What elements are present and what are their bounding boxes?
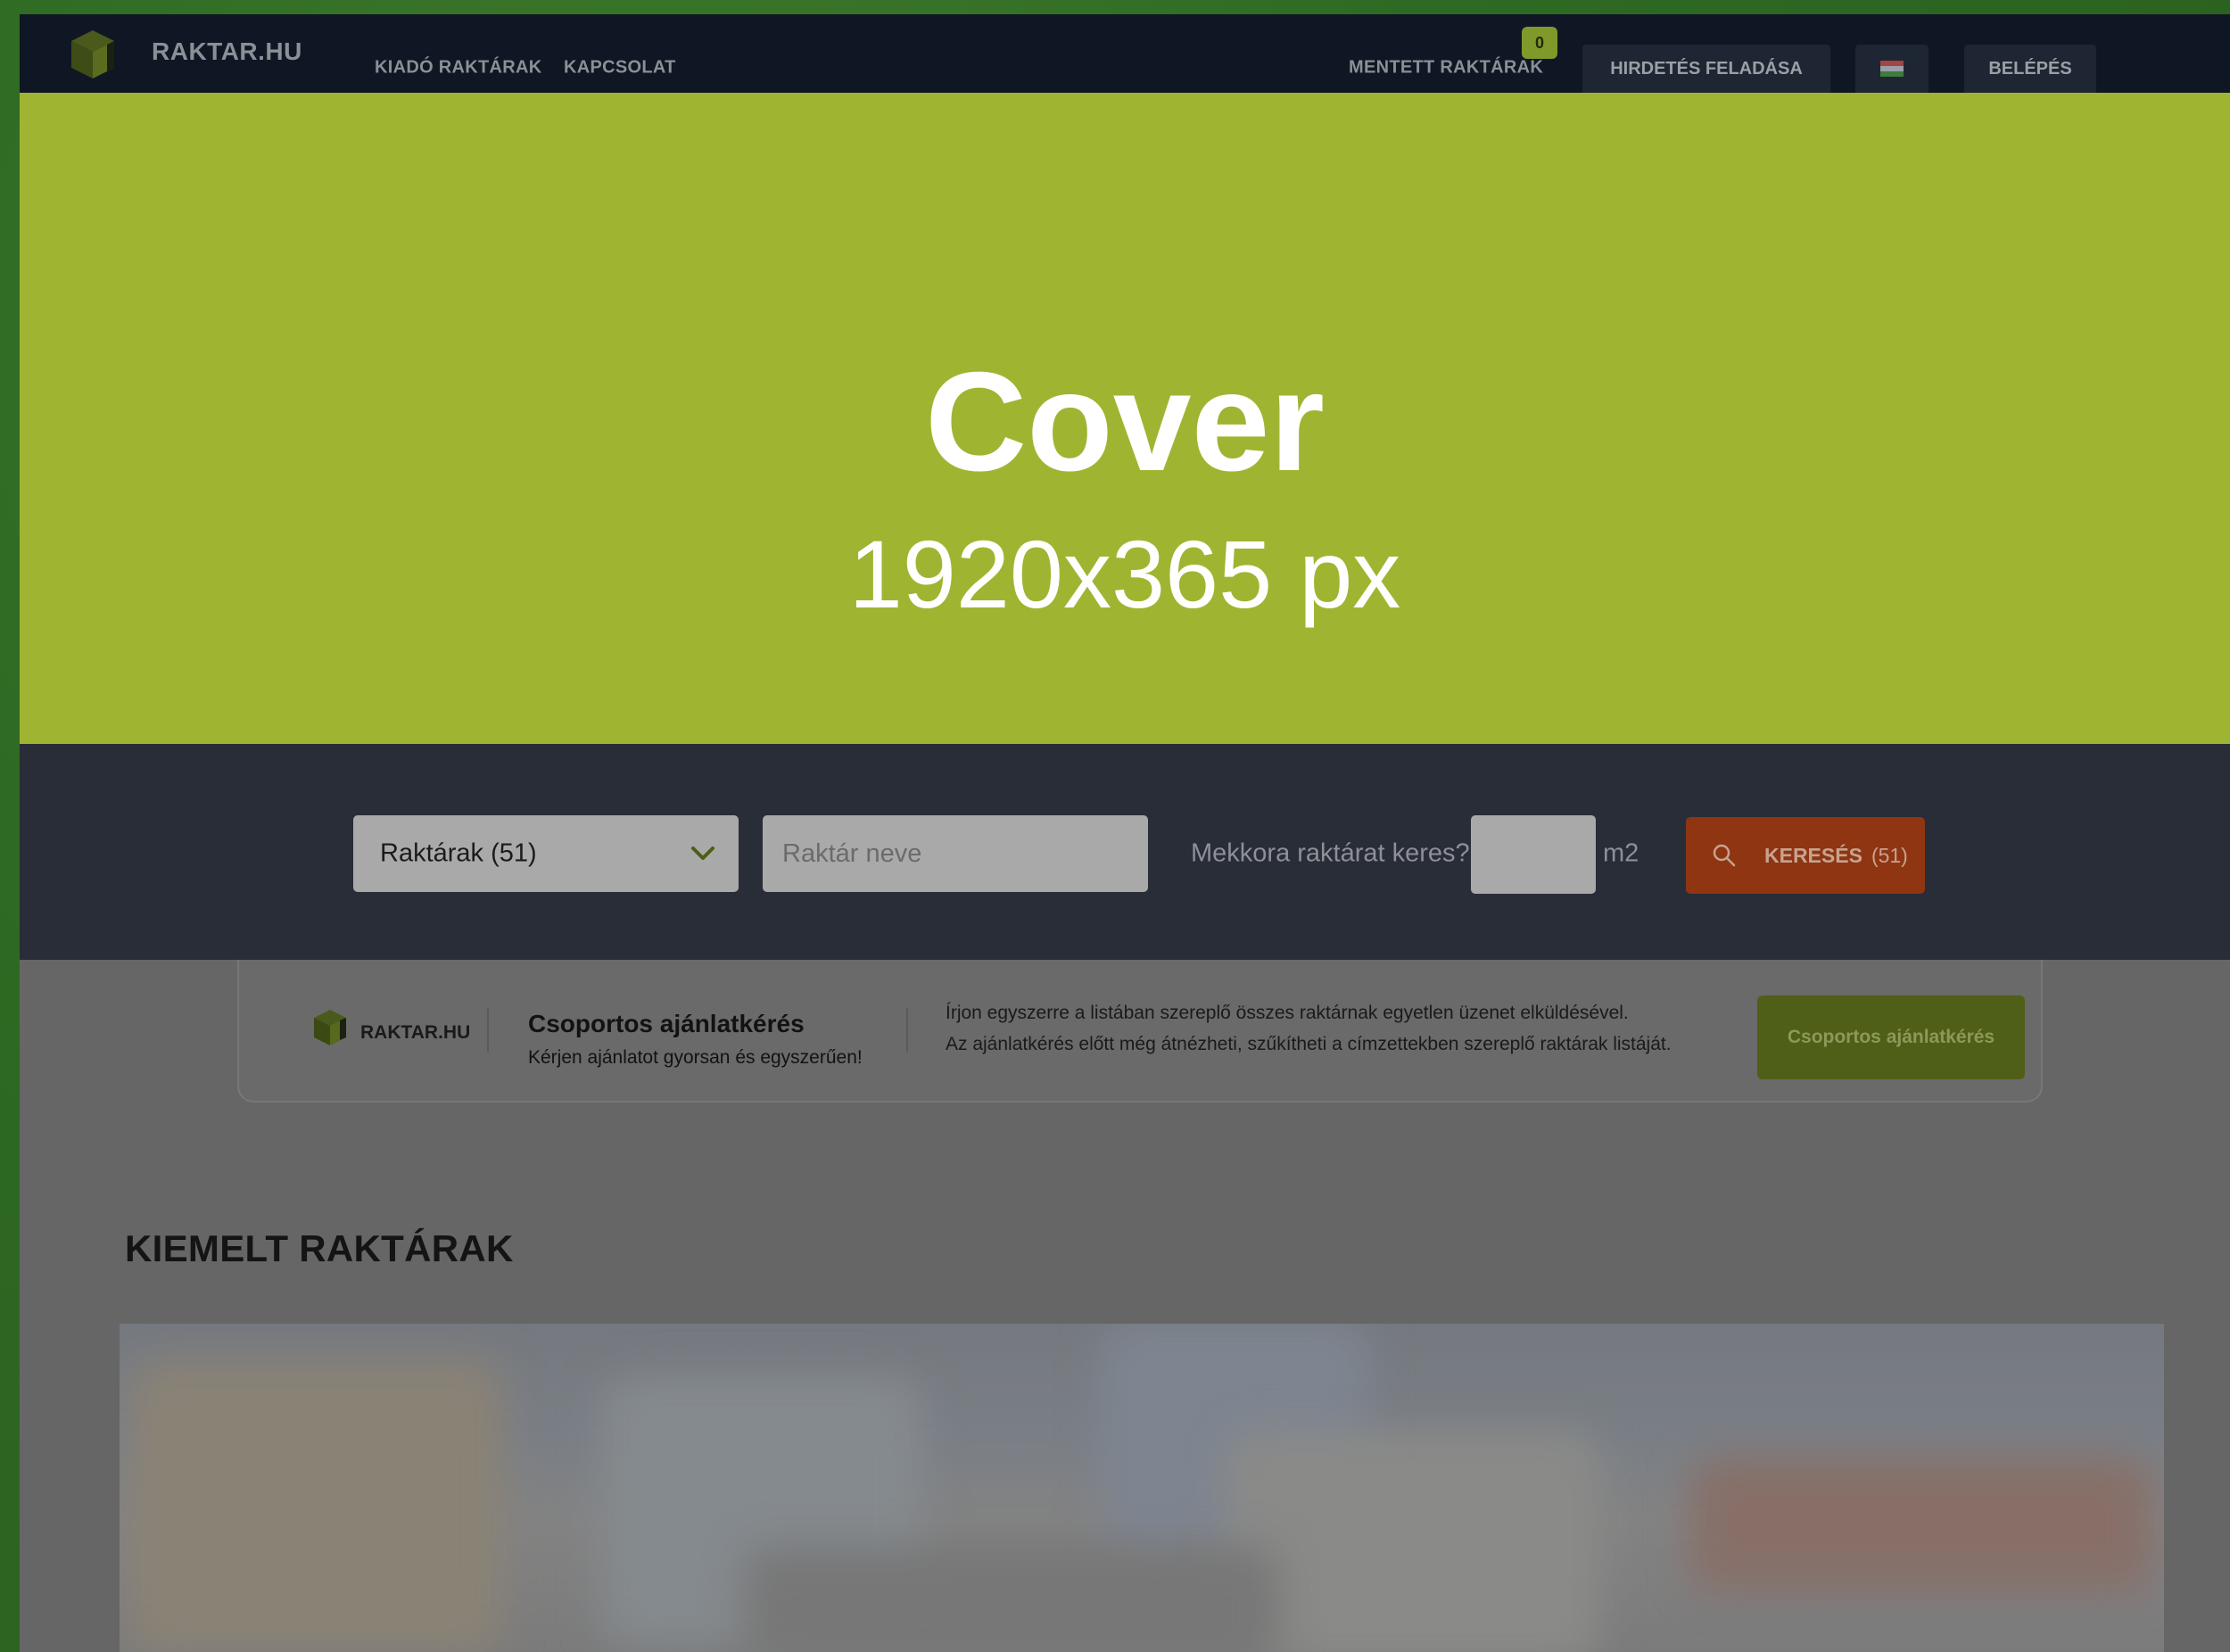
offer-description-line: Írjon egyszerre a listában szereplő össz… bbox=[946, 1003, 1629, 1023]
warehouse-type-select[interactable]: Raktárak (51) bbox=[353, 815, 739, 892]
top-navigation: RAKTAR.HU KIADÓ RAKTÁRAK KAPCSOLAT MENTE… bbox=[20, 14, 2230, 93]
divider bbox=[487, 1008, 489, 1053]
page-frame: RAKTAR.HU KIADÓ RAKTÁRAK KAPCSOLAT MENTE… bbox=[20, 14, 2230, 1652]
cover-title: Cover bbox=[925, 343, 1325, 500]
cover-size-text: 1920x365 px bbox=[848, 520, 1401, 628]
featured-warehouse-image[interactable] bbox=[120, 1324, 2164, 1652]
cube-logo-icon bbox=[314, 1010, 346, 1045]
cube-logo-icon[interactable] bbox=[68, 27, 118, 82]
offer-title: Csoportos ajánlatkérés bbox=[528, 1010, 805, 1037]
offer-subtitle: Kérjen ajánlatot gyorsan és egyszerűen! bbox=[528, 1047, 863, 1068]
saved-warehouses-link[interactable]: MENTETT RAKTÁRAK bbox=[1349, 58, 1543, 78]
search-button[interactable]: KERESÉS (51) bbox=[1686, 817, 1925, 894]
size-input[interactable] bbox=[1471, 815, 1596, 894]
group-offer-button[interactable]: Csoportos ajánlatkérés bbox=[1757, 995, 2025, 1079]
featured-section-title: KIEMELT RAKTÁRAK bbox=[125, 1227, 514, 1269]
hungarian-flag-icon bbox=[1880, 61, 1904, 77]
language-button[interactable] bbox=[1855, 45, 1929, 93]
chevron-down-icon bbox=[691, 847, 714, 860]
size-unit-label: m2 bbox=[1603, 838, 1639, 868]
search-icon bbox=[1713, 844, 1736, 867]
size-question-label: Mekkora raktárat keres? bbox=[1191, 838, 1470, 868]
cover-banner: Cover 1920x365 px bbox=[20, 93, 2230, 744]
brand-name[interactable]: RAKTAR.HU bbox=[152, 37, 302, 66]
divider bbox=[906, 1008, 908, 1053]
offer-description-line: Az ajánlatkérés előtt még átnézheti, szű… bbox=[946, 1034, 1672, 1054]
saved-count-badge: 0 bbox=[1522, 27, 1557, 59]
nav-link-rentals[interactable]: KIADÓ RAKTÁRAK bbox=[375, 58, 542, 78]
offer-brand-name: RAKTAR.HU bbox=[360, 1022, 471, 1043]
nav-link-contact[interactable]: KAPCSOLAT bbox=[564, 58, 676, 78]
post-ad-button[interactable]: HIRDETÉS FELADÁSA bbox=[1582, 45, 1830, 93]
group-offer-card: RAKTAR.HU Csoportos ajánlatkérés Kérjen … bbox=[237, 960, 2043, 1103]
warehouse-name-input[interactable] bbox=[763, 815, 1148, 892]
select-value: Raktárak (51) bbox=[380, 838, 537, 868]
search-result-count: (51) bbox=[1871, 843, 1908, 867]
search-button-label: KERESÉS bbox=[1764, 843, 1862, 867]
login-button[interactable]: BELÉPÉS bbox=[1964, 45, 2096, 93]
